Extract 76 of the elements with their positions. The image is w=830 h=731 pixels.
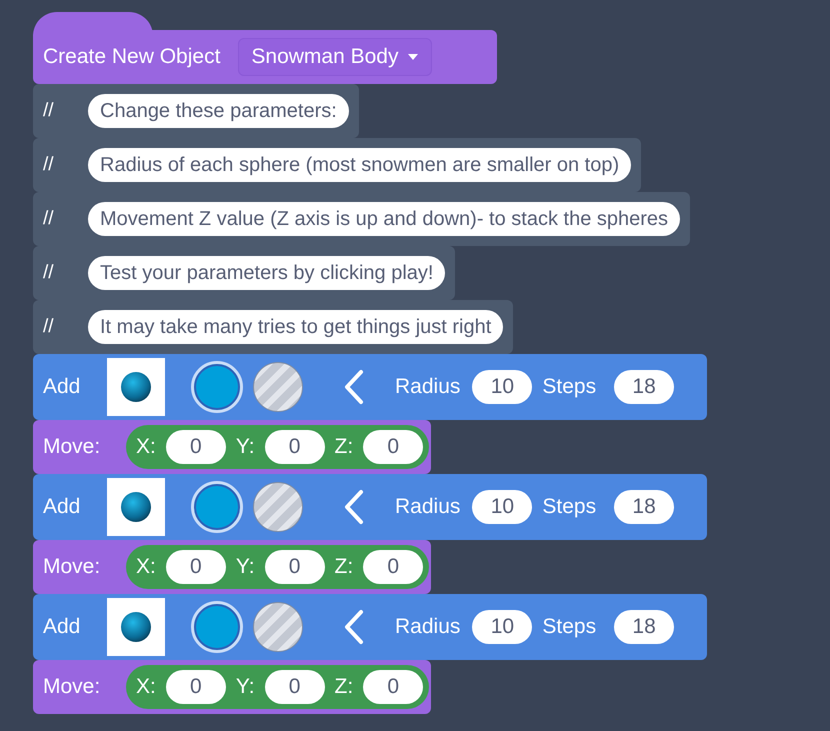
block-label: Add (43, 494, 82, 520)
color-swatch[interactable] (191, 361, 243, 413)
add-block[interactable]: Add Radius 10 Steps 18 (33, 474, 707, 540)
number-field[interactable]: 0 (363, 430, 424, 464)
axis-label: Z: (334, 554, 354, 580)
sphere-icon (120, 371, 152, 403)
number-field[interactable]: 18 (614, 370, 674, 404)
block-label: Add (43, 614, 82, 640)
axis-label: Y: (236, 674, 255, 700)
axis-label: Z: (334, 674, 354, 700)
comment-field[interactable]: Test your parameters by clicking play! (88, 256, 446, 290)
comment-field[interactable]: Change these parameters: (88, 94, 349, 128)
sphere-preview[interactable] (107, 358, 165, 416)
axis-label: Z: (334, 434, 354, 460)
number-field[interactable]: 0 (166, 430, 226, 464)
steps-label: Steps (542, 494, 596, 520)
comment-block[interactable]: // Change these parameters: (33, 84, 359, 138)
comment-block[interactable]: // Test your parameters by clicking play! (33, 246, 456, 300)
move-block[interactable]: Move: X: 0 Y: 0 Z: 0 (33, 420, 431, 474)
object-dropdown[interactable]: Snowman Body (238, 38, 432, 76)
number-field[interactable]: 10 (472, 370, 532, 404)
comment-field[interactable]: It may take many tries to get things just right (88, 310, 504, 344)
add-block[interactable]: Add Radius 10 Steps 18 (33, 354, 707, 420)
comment-marker: // (43, 98, 55, 123)
chevron-left-icon[interactable] (343, 609, 365, 645)
radius-label: Radius (395, 374, 460, 400)
number-field[interactable]: 10 (472, 490, 532, 524)
number-field[interactable]: 0 (363, 670, 424, 704)
axis-label: X: (136, 674, 156, 700)
sphere-preview[interactable] (107, 478, 165, 536)
comment-block[interactable]: // Movement Z value (Z axis is up and down)- to stack the spheres (33, 192, 690, 246)
striped-swatch[interactable] (253, 482, 303, 532)
block-label: Move: (43, 674, 102, 700)
comment-marker: // (43, 260, 55, 285)
axis-label: Y: (236, 434, 255, 460)
striped-swatch[interactable] (253, 602, 303, 652)
block-label: Move: (43, 434, 102, 460)
hat-block[interactable]: Create New Object Snowman Body (33, 30, 497, 84)
comment-marker: // (43, 314, 55, 339)
number-field[interactable]: 0 (264, 550, 325, 584)
comment-field[interactable]: Radius of each sphere (most snowmen are smaller on top) (88, 148, 632, 182)
radius-label: Radius (395, 494, 460, 520)
number-field[interactable]: 10 (472, 610, 532, 644)
number-field[interactable]: 0 (264, 430, 325, 464)
steps-label: Steps (542, 374, 596, 400)
caret-icon (406, 53, 418, 61)
number-field[interactable]: 18 (614, 490, 674, 524)
striped-swatch[interactable] (253, 362, 303, 412)
sphere-icon (120, 491, 152, 523)
axis-label: Y: (236, 554, 255, 580)
sphere-preview[interactable] (107, 598, 165, 656)
move-block[interactable]: Move: X: 0 Y: 0 Z: 0 (33, 540, 431, 594)
color-swatch[interactable] (191, 481, 243, 533)
move-block[interactable]: Move: X: 0 Y: 0 Z: 0 (33, 660, 431, 714)
comment-marker: // (43, 206, 55, 231)
steps-label: Steps (542, 614, 596, 640)
chevron-left-icon[interactable] (343, 369, 365, 405)
axis-label: X: (136, 554, 156, 580)
chevron-left-icon[interactable] (343, 489, 365, 525)
comment-block[interactable]: // Radius of each sphere (most snowmen are smaller on top) (33, 138, 642, 192)
block-label: Add (43, 374, 82, 400)
radius-label: Radius (395, 614, 460, 640)
comment-marker: // (43, 152, 55, 177)
number-field[interactable]: 0 (166, 670, 226, 704)
color-swatch[interactable] (191, 601, 243, 653)
number-field[interactable]: 0 (363, 550, 424, 584)
number-field[interactable]: 18 (614, 610, 674, 644)
comment-field[interactable]: Movement Z value (Z axis is up and down)- to stack the spheres (88, 202, 680, 236)
add-block[interactable]: Add Radius 10 Steps 18 (33, 594, 707, 660)
number-field[interactable]: 0 (166, 550, 226, 584)
number-field[interactable]: 0 (264, 670, 325, 704)
block-label: Move: (43, 554, 102, 580)
comment-block[interactable]: // It may take many tries to get things just right (33, 300, 514, 354)
axis-label: X: (136, 434, 156, 460)
block-title: Create New Object (43, 44, 220, 70)
sphere-icon (120, 611, 152, 643)
